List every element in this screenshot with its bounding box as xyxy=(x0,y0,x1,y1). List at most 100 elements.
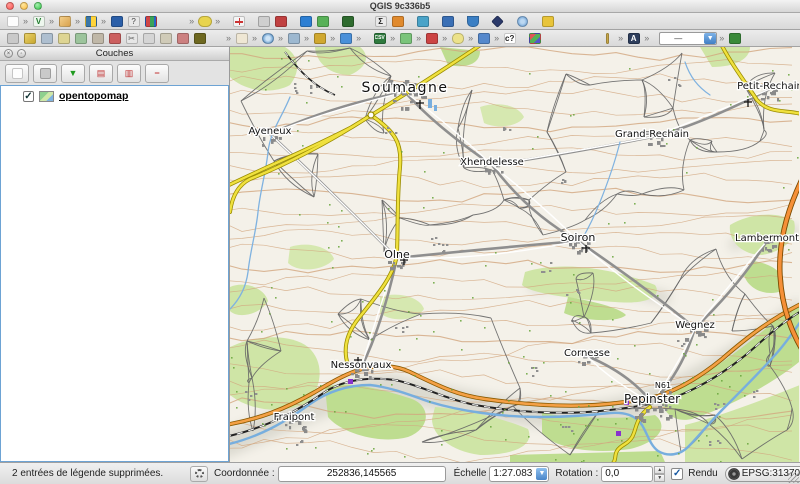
bubble-tool-button[interactable] xyxy=(449,31,466,46)
resize-grip[interactable] xyxy=(788,472,799,483)
chevron-down-icon[interactable]: ▼ xyxy=(536,468,547,480)
add-csv-layer-button[interactable]: CSV xyxy=(371,31,388,46)
toolbar-overflow-chevron[interactable]: » xyxy=(252,31,257,46)
diamond-plugin-button[interactable] xyxy=(489,14,506,29)
add-group-button[interactable] xyxy=(5,64,29,83)
spin-up-icon[interactable]: ▲ xyxy=(654,466,665,474)
filter-legend-button[interactable]: ▼ xyxy=(61,64,85,83)
render-checkbox[interactable]: ✓ xyxy=(671,468,683,480)
copy-features-button[interactable] xyxy=(140,31,157,46)
toolbar-overflow-chevron[interactable]: » xyxy=(618,31,623,46)
spin-down-icon[interactable]: ▼ xyxy=(654,474,665,482)
chevron-down-icon[interactable]: ▼ xyxy=(704,33,716,44)
manage-visibility-button[interactable] xyxy=(33,64,57,83)
dem-tool-button[interactable] xyxy=(526,31,543,46)
coordinate-input[interactable] xyxy=(278,466,446,482)
python-console-button[interactable] xyxy=(82,14,99,29)
toolbar-overflow-chevron[interactable]: » xyxy=(416,31,421,46)
georeferencer-button[interactable] xyxy=(230,14,247,29)
toolbar-overflow-chevron[interactable]: » xyxy=(356,31,361,46)
statusbar-tracking-button[interactable] xyxy=(190,466,208,482)
save-edits-button[interactable] xyxy=(38,31,55,46)
layer-name[interactable]: opentopomap xyxy=(59,90,128,102)
diamond-icon xyxy=(491,15,504,28)
label-tool-button[interactable] xyxy=(196,14,213,29)
rotation-spinner[interactable]: ▲ ▼ xyxy=(654,466,665,482)
separator-tool-button[interactable] xyxy=(599,31,616,46)
undo-button[interactable] xyxy=(191,31,208,46)
refresh-map-button[interactable] xyxy=(311,31,328,46)
toolbar-overflow-chevron[interactable]: » xyxy=(304,31,309,46)
shield-plugin-button[interactable] xyxy=(464,14,481,29)
new-project-button[interactable] xyxy=(4,14,21,29)
node-tool-button[interactable] xyxy=(89,31,106,46)
toolbar-overflow-chevron[interactable]: » xyxy=(330,31,335,46)
move-feature-button[interactable] xyxy=(72,31,89,46)
grass-plugin-button[interactable] xyxy=(339,14,356,29)
raster-tool-button[interactable] xyxy=(314,14,331,29)
scale-combo[interactable]: 1:27.083 ▼ xyxy=(489,466,549,482)
toolbar-overflow-chevron[interactable]: » xyxy=(442,31,447,46)
paste-features-button[interactable] xyxy=(157,31,174,46)
vegetation-tool-button[interactable] xyxy=(726,31,743,46)
toolbar-overflow-chevron[interactable]: » xyxy=(189,14,194,29)
polygon-tool-button[interactable] xyxy=(397,31,414,46)
layer-checkbox[interactable]: ✓ xyxy=(23,91,34,102)
map-canvas[interactable]: SoumagneAyeneuxXhendelesseGrand-RechainP… xyxy=(230,47,800,462)
scatter-tool-button[interactable] xyxy=(475,31,492,46)
toolbar-overflow-chevron[interactable]: » xyxy=(278,31,283,46)
map-road-label: N61 xyxy=(655,381,671,390)
annotation-button[interactable]: A xyxy=(625,31,642,46)
toolbar-overflow-chevron[interactable]: » xyxy=(215,14,220,29)
whats-this-button[interactable]: ? xyxy=(125,14,142,29)
layer-item-opentopomap[interactable]: ✓ opentopomap xyxy=(1,86,228,102)
toolbar-overflow-chevron[interactable]: » xyxy=(75,14,80,29)
toolbar-overflow-chevron[interactable]: » xyxy=(468,31,473,46)
delete-part-button[interactable] xyxy=(174,31,191,46)
database-button[interactable] xyxy=(439,14,456,29)
toolbar-overflow-chevron[interactable]: » xyxy=(494,31,499,46)
sketch-tool-button[interactable] xyxy=(272,14,289,29)
delete-selected-button[interactable] xyxy=(106,31,123,46)
spatial-query-button[interactable] xyxy=(297,14,314,29)
hydrology-tools-button[interactable] xyxy=(337,31,354,46)
topo-map[interactable]: SoumagneAyeneuxXhendelesseGrand-RechainP… xyxy=(230,47,799,462)
toolbar-overflow-chevron[interactable]: » xyxy=(49,14,54,29)
title-bar[interactable]: QGIS 9c336b5 xyxy=(0,0,800,13)
coordinate-capture-button[interactable]: c? xyxy=(501,31,518,46)
zoom-to-layer-button[interactable] xyxy=(285,31,302,46)
statistics-sum-button[interactable]: Σ xyxy=(372,14,389,29)
rotation-spinbox[interactable]: ▲ ▼ xyxy=(601,466,665,482)
toolbar-combo[interactable]: — ▼ xyxy=(659,32,717,45)
rotation-input[interactable] xyxy=(601,466,653,482)
map-town-label: Grand-Rechain xyxy=(615,129,689,140)
collapse-all-button[interactable]: ▥ xyxy=(117,64,141,83)
remove-layer-button[interactable]: − xyxy=(145,64,169,83)
toolbar-overflow-chevron[interactable]: » xyxy=(644,31,649,46)
add-feature-button[interactable] xyxy=(55,31,72,46)
plugin-button[interactable] xyxy=(539,14,556,29)
current-edits-button[interactable] xyxy=(4,31,21,46)
zoom-in-button[interactable] xyxy=(259,31,276,46)
layer-tree[interactable]: ✓ opentopomap xyxy=(0,85,229,462)
layer-tools-button[interactable] xyxy=(414,14,431,29)
cut-features-button[interactable]: ✂ xyxy=(123,31,140,46)
tag-tool-button[interactable] xyxy=(255,14,272,29)
toggle-editing-button[interactable] xyxy=(21,31,38,46)
web-plugin-button[interactable] xyxy=(514,14,531,29)
expand-all-button[interactable]: ▤ xyxy=(89,64,113,83)
toolbar-overflow-chevron[interactable]: » xyxy=(719,31,724,46)
toolbar-overflow-chevron[interactable]: » xyxy=(226,31,231,46)
help-book-icon xyxy=(111,16,123,27)
layers-panel-header[interactable]: × ◦ Couches xyxy=(0,47,229,61)
export-button[interactable] xyxy=(389,14,406,29)
help-button[interactable] xyxy=(108,14,125,29)
line-tool-button[interactable] xyxy=(423,31,440,46)
measure-button[interactable] xyxy=(56,14,73,29)
toolbar-overflow-chevron[interactable]: » xyxy=(101,14,106,29)
add-vector-layer-button[interactable]: V xyxy=(30,14,47,29)
pan-map-button[interactable] xyxy=(233,31,250,46)
statistics-button[interactable] xyxy=(142,14,159,29)
toolbar-overflow-chevron[interactable]: » xyxy=(390,31,395,46)
toolbar-overflow-chevron[interactable]: » xyxy=(23,14,28,29)
